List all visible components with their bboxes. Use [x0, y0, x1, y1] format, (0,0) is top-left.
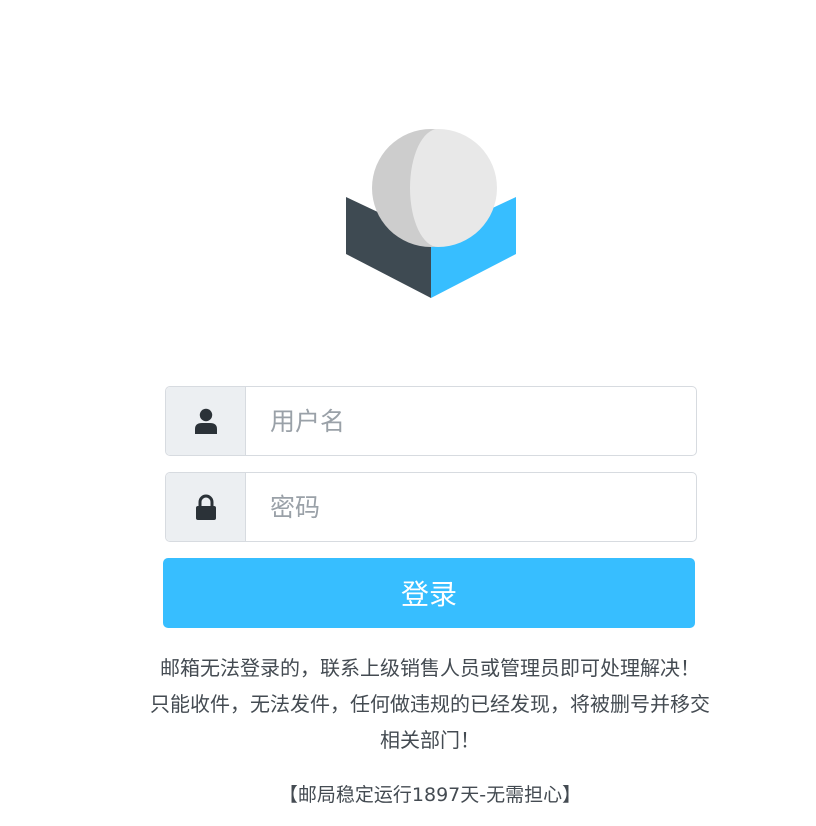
uptime-status: 【邮局稳定运行1897天-无需担心】 — [278, 784, 582, 806]
username-group — [165, 386, 697, 456]
password-group — [165, 472, 697, 542]
login-notice: 邮箱无法登录的，联系上级销售人员或管理员即可处理解决！ 只能收件，无法发件，任何… — [150, 656, 710, 752]
login-page: 登录 邮箱无法登录的，联系上级销售人员或管理员即可处理解决！ 只能收件，无法发件… — [0, 0, 816, 826]
user-icon — [166, 387, 246, 455]
login-form: 登录 — [163, 386, 697, 628]
app-logo — [346, 129, 516, 298]
lock-icon — [166, 473, 246, 541]
password-input[interactable] — [246, 473, 696, 541]
login-button[interactable]: 登录 — [163, 558, 695, 628]
username-input[interactable] — [246, 387, 696, 455]
